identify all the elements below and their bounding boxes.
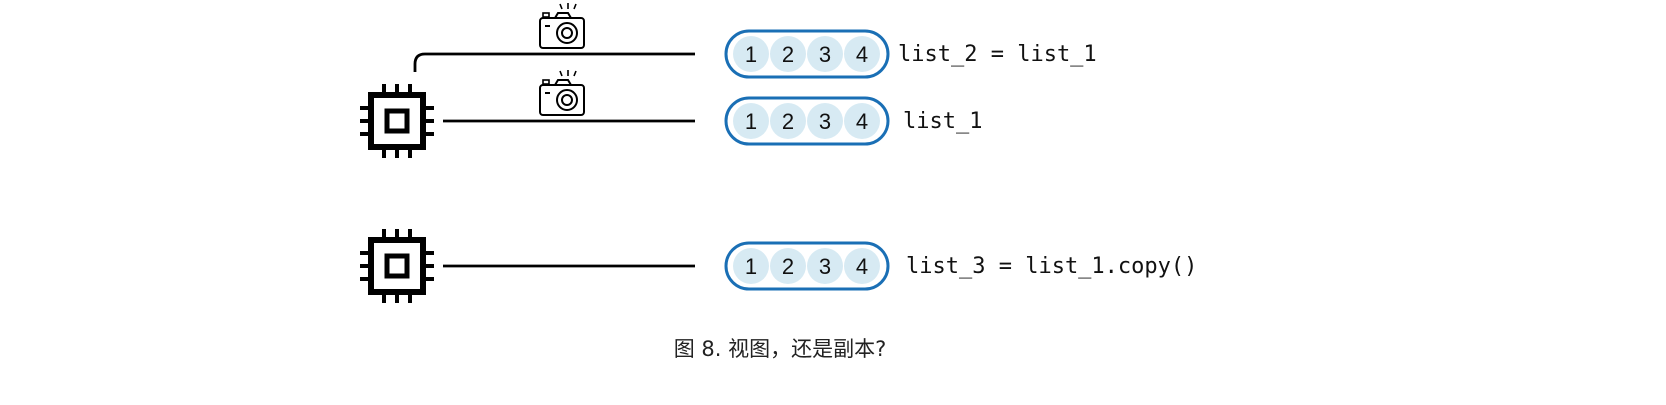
array-element: 3 (819, 109, 831, 134)
cpu-chip-icon (360, 229, 434, 303)
reference-wire-list-2 (413, 52, 695, 72)
camera-icon (539, 3, 585, 49)
array-element: 3 (819, 254, 831, 279)
array-element: 4 (856, 254, 868, 279)
variable-label: list_3 = list_1.copy() (906, 254, 1197, 279)
array-list-1: 1 2 3 4 (724, 96, 890, 146)
array-element: 2 (782, 109, 794, 134)
array-element: 2 (782, 42, 794, 67)
array-element: 1 (745, 254, 757, 279)
array-list-3: 1 2 3 4 (724, 241, 890, 291)
figure-caption: 图 8. 视图，还是副本? (674, 337, 887, 361)
view-or-copy-diagram: 1 2 3 4 list_2 = list_1 1 2 3 4 list_1 1… (360, 3, 1197, 361)
array-element: 4 (856, 109, 868, 134)
array-element: 1 (745, 109, 757, 134)
array-element: 2 (782, 254, 794, 279)
camera-icon (539, 70, 585, 116)
variable-label: list_2 = list_1 (898, 42, 1097, 67)
array-element: 3 (819, 42, 831, 67)
cpu-chip-icon (360, 84, 434, 158)
array-element: 1 (745, 42, 757, 67)
array-element: 4 (856, 42, 868, 67)
variable-label: list_1 (903, 109, 982, 134)
array-list-2: 1 2 3 4 (724, 29, 890, 79)
